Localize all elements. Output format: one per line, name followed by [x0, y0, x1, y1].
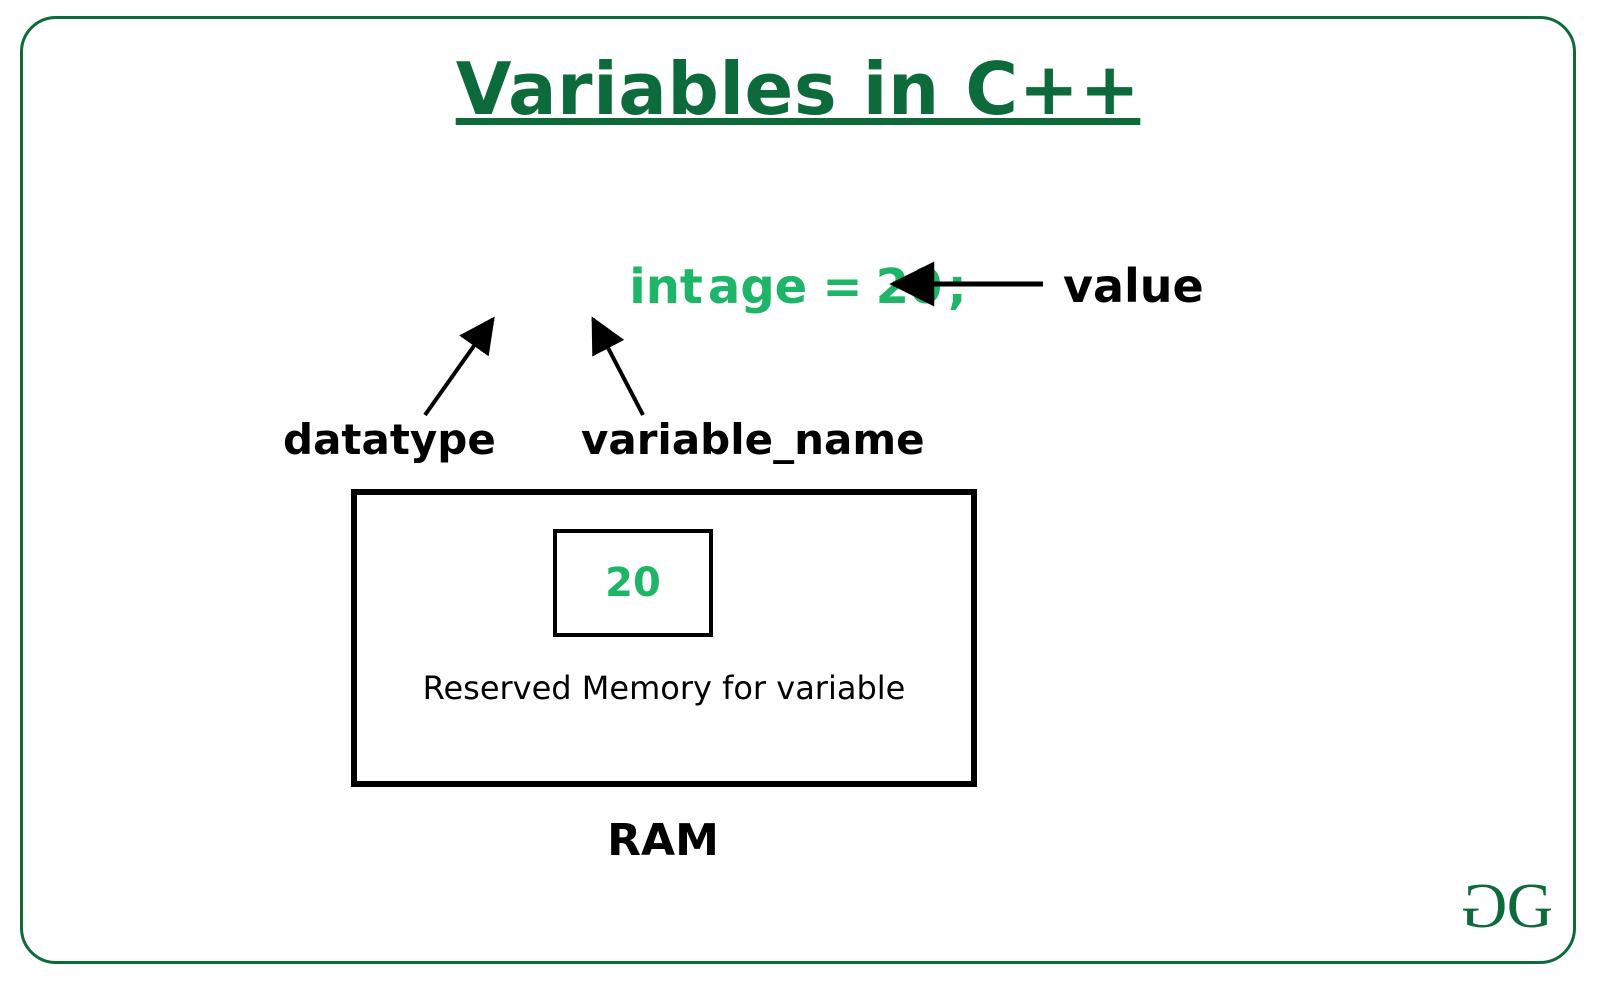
- brand-g-left: G: [1465, 869, 1507, 943]
- code-equals: =: [812, 259, 870, 315]
- code-variable-name: age: [708, 259, 807, 315]
- label-value: value: [1063, 259, 1204, 313]
- code-value: 20: [876, 259, 943, 315]
- diagram-title: Variables in C++: [23, 47, 1573, 131]
- brand-g-right: G: [1507, 870, 1549, 941]
- label-variable-name: variable_name: [581, 415, 925, 464]
- ram-box: 20 Reserved Memory for variable: [351, 489, 977, 787]
- diagram-card: Variables in C++ int age = 20 ; value da…: [20, 16, 1576, 964]
- code-declaration: int age = 20 ;: [23, 259, 1573, 315]
- code-datatype: int: [629, 259, 703, 315]
- brand-logo: GG: [1465, 869, 1549, 943]
- code-semicolon: ;: [948, 259, 967, 315]
- memory-cell: 20: [553, 529, 713, 637]
- memory-caption: Reserved Memory for variable: [357, 669, 971, 707]
- ram-label: RAM: [23, 815, 1303, 866]
- label-datatype: datatype: [283, 415, 496, 464]
- memory-cell-value: 20: [605, 560, 661, 606]
